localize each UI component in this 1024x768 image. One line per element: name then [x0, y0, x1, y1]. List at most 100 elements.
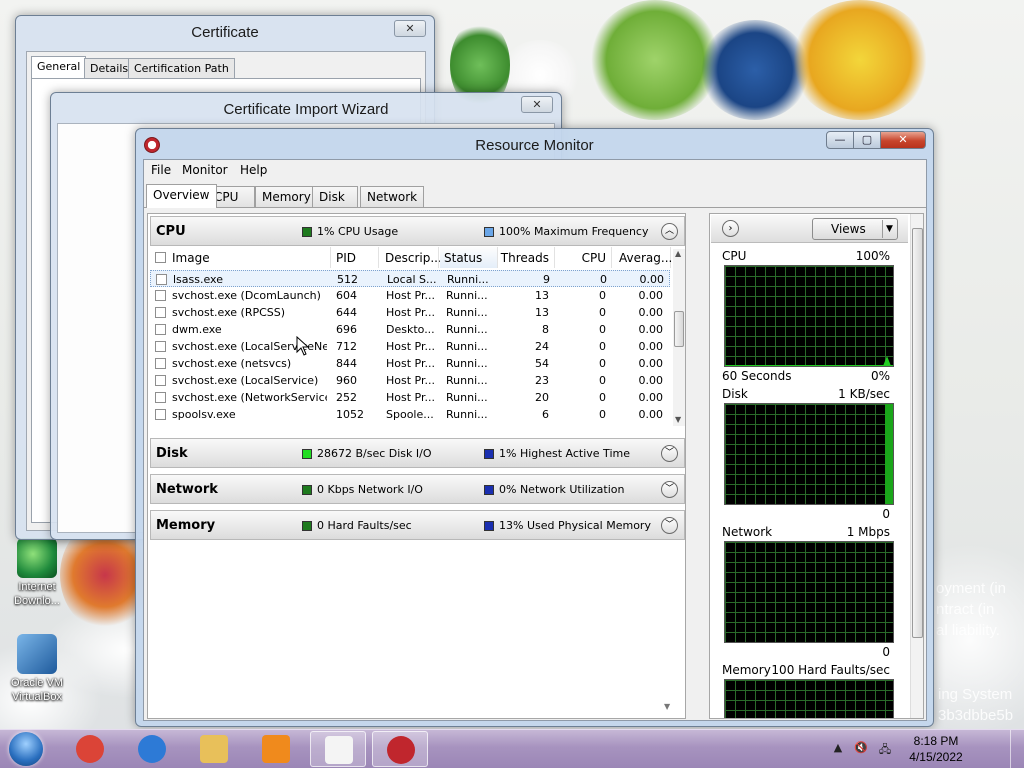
- active-time-stat: 1% Highest Active Time: [499, 447, 630, 460]
- desktop-icon-virtualbox[interactable]: Oracle VM VirtualBox: [5, 634, 69, 704]
- row-checkbox[interactable]: [155, 307, 166, 318]
- chevron-down-icon[interactable]: ﹀: [661, 481, 678, 498]
- clock-date: 4/15/2022: [909, 750, 963, 764]
- table-row[interactable]: dwm.exe 696 Deskto... Runni... 8 0 0.00: [150, 321, 670, 338]
- table-row[interactable]: spoolsv.exe 1052 Spoole... Runni... 6 0 0.00: [150, 406, 670, 423]
- cell-image: svchost.exe (DcomLaunch): [172, 289, 321, 302]
- graphs-pane-scrollbar[interactable]: [910, 214, 923, 718]
- cell-cpu: 0: [556, 425, 606, 426]
- taskbar-button-media-player[interactable]: [248, 731, 304, 767]
- row-checkbox[interactable]: [155, 358, 166, 369]
- menu-help[interactable]: Help: [240, 163, 267, 177]
- menu-monitor[interactable]: Monitor: [182, 163, 228, 177]
- row-checkbox[interactable]: [155, 290, 166, 301]
- select-all-checkbox[interactable]: [155, 252, 166, 263]
- scroll-down-icon[interactable]: ▼: [675, 415, 681, 424]
- cell-desc: Host Pr...: [386, 425, 438, 426]
- show-hidden-icons-button[interactable]: ▲: [830, 741, 846, 755]
- column-header-cpu[interactable]: CPU: [556, 247, 612, 268]
- tab-network[interactable]: Network: [360, 186, 425, 207]
- taskbar-button-file-explorer[interactable]: [186, 731, 242, 767]
- scroll-up-icon[interactable]: ▲: [675, 249, 681, 258]
- close-button[interactable]: ✕: [394, 20, 426, 37]
- row-checkbox[interactable]: [155, 324, 166, 335]
- cell-desc: Spoole...: [386, 408, 434, 421]
- network-icon[interactable]: 🖧: [877, 741, 893, 756]
- legend-swatch: [302, 485, 312, 495]
- table-row[interactable]: svchost.exe (DcomLaunch) 604 Host Pr... Run…: [150, 287, 670, 304]
- horizontal-scroll-indicator[interactable]: ▼: [664, 702, 670, 711]
- cpu-section-header[interactable]: CPU 1% CPU Usage 100% Maximum Frequency …: [150, 216, 685, 246]
- minimize-button[interactable]: —: [826, 131, 854, 149]
- table-row[interactable]: svchost.exe (LocalService) 960 Host Pr... R…: [150, 372, 670, 389]
- memory-section-header[interactable]: Memory 0 Hard Faults/sec 13% Used Physic…: [150, 510, 685, 540]
- cell-cpu: 0: [599, 408, 606, 421]
- table-row[interactable]: lsass.exe 512 Local S... Runni... 9 0 0.00: [150, 270, 670, 287]
- views-dropdown-button[interactable]: Views ▼: [812, 218, 898, 240]
- resource-monitor-window: Resource Monitor — ▢ ✕ File Monitor Help…: [135, 128, 934, 727]
- tab-memory[interactable]: Memory: [255, 186, 318, 207]
- desktop-icon-internet-download[interactable]: Internet Downlo...: [5, 538, 69, 608]
- desktop-watermark: ing System 3b3dbbe5b: [938, 684, 1013, 726]
- column-header-threads[interactable]: Threads: [499, 247, 555, 268]
- show-desktop-button[interactable]: [1010, 730, 1024, 768]
- cell-pid: 844: [336, 357, 357, 370]
- volume-muted-icon[interactable]: 🔇: [853, 741, 869, 755]
- table-row[interactable]: svchost.exe (RPCSS) 644 Host Pr... Runni...…: [150, 304, 670, 321]
- close-button[interactable]: ✕: [880, 131, 926, 149]
- taskbar-button-resource-monitor[interactable]: [372, 731, 428, 767]
- row-checkbox[interactable]: [155, 375, 166, 386]
- cell-threads: 23: [535, 374, 549, 387]
- chevron-up-icon[interactable]: ︿: [661, 223, 678, 240]
- row-checkbox[interactable]: [156, 274, 167, 285]
- tab-general[interactable]: General: [31, 56, 87, 79]
- column-header-image[interactable]: Image: [150, 247, 331, 268]
- maximize-button[interactable]: ▢: [853, 131, 881, 149]
- views-label: Views: [831, 222, 866, 236]
- legend-swatch: [484, 449, 494, 459]
- tab-details[interactable]: Details: [84, 58, 135, 78]
- cpu-table-scrollbar[interactable]: ▲ ▼: [673, 249, 685, 426]
- cell-status: Runni...: [446, 306, 488, 319]
- cell-avg: 0.00: [638, 408, 664, 421]
- cpu-section: CPU 1% CPU Usage 100% Maximum Frequency …: [150, 216, 685, 428]
- cpu-process-table: Image PID Descrip... Status Threads CPU …: [150, 247, 685, 426]
- cell-status: Runni...: [446, 408, 488, 421]
- row-checkbox[interactable]: [155, 341, 166, 352]
- column-header-status[interactable]: Status: [440, 247, 498, 268]
- tab-overview[interactable]: Overview: [146, 184, 217, 208]
- table-row[interactable]: svchost.exe (NetworkService) 252 Host Pr..…: [150, 389, 670, 406]
- chevron-down-icon[interactable]: ﹀: [661, 445, 678, 462]
- cell-cpu: 0: [599, 340, 606, 353]
- chevron-down-icon[interactable]: ﹀: [661, 517, 678, 534]
- column-header-pid[interactable]: PID: [333, 247, 379, 268]
- taskbar-button-internet-explorer[interactable]: [124, 731, 180, 767]
- scrollbar-thumb[interactable]: [912, 228, 923, 638]
- scrollbar-thumb[interactable]: [674, 311, 684, 347]
- tab-certification-path[interactable]: Certification Path: [128, 58, 235, 78]
- network-section-header[interactable]: Network 0 Kbps Network I/O 0% Network Ut…: [150, 474, 685, 504]
- table-row[interactable]: taskhost.exe 1324 Host Pr... Runni...9 0 0.00: [150, 423, 670, 426]
- row-checkbox[interactable]: [155, 409, 166, 420]
- taskbar-button-chrome[interactable]: [62, 731, 118, 767]
- start-button[interactable]: [6, 731, 46, 767]
- legend-swatch: [484, 485, 494, 495]
- disk-section-header[interactable]: Disk 28672 B/sec Disk I/O 1% Highest Act…: [150, 438, 685, 468]
- row-checkbox[interactable]: [155, 392, 166, 403]
- tab-disk[interactable]: Disk: [312, 186, 358, 207]
- cpu-graph: [724, 265, 894, 367]
- disk-graph-bar: [885, 404, 893, 504]
- close-button[interactable]: ✕: [521, 96, 553, 113]
- taskbar-button-notepad-document[interactable]: [310, 731, 366, 767]
- column-header-description[interactable]: Descrip...: [383, 247, 442, 268]
- column-label: Image: [172, 251, 210, 265]
- graph-max-label: 1 KB/sec: [838, 387, 890, 401]
- table-row[interactable]: svchost.exe (netsvcs) 844 Host Pr... Runni.…: [150, 355, 670, 372]
- menu-file[interactable]: File: [151, 163, 171, 177]
- system-clock[interactable]: 8:18 PM 4/15/2022: [899, 733, 973, 765]
- chevron-right-icon[interactable]: ›: [722, 220, 739, 237]
- table-row[interactable]: svchost.exe (LocalServiceNet... 712 Host P…: [150, 338, 670, 355]
- cell-avg: 0.00: [638, 340, 664, 353]
- cell-avg: 0.00: [638, 289, 664, 302]
- column-header-average-cpu[interactable]: Averag...: [613, 247, 672, 268]
